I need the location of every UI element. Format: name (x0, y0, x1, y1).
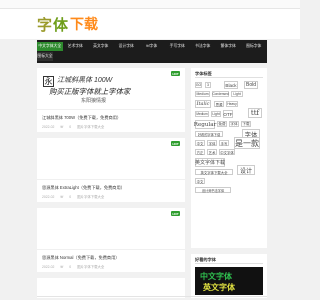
post-comments: 0 (69, 195, 72, 199)
tag[interactable]: Light (231, 91, 243, 97)
logo-char: 体 (53, 15, 69, 34)
nav-item-english-fonts[interactable]: 英文字体 (88, 42, 114, 51)
tag[interactable]: 方正 (195, 149, 205, 155)
nav-item-ttf-fonts[interactable]: ttf字体 (139, 42, 165, 51)
nav-item-chinese-fonts[interactable]: 中文字体大全 (37, 42, 63, 51)
tag[interactable]: 英文字体下载 (195, 158, 225, 167)
post-title[interactable]: 思源黑体 ExtraLight（免费下载，免费商用） (42, 185, 125, 191)
preview-text: 中文字体 (200, 272, 232, 281)
tag[interactable]: Condensed (212, 91, 229, 97)
logo-text: 下载 (70, 16, 99, 32)
post-title[interactable]: 思源黑体 Normal（免费下载，免费商用） (42, 255, 119, 261)
tag[interactable]: 思源 (214, 101, 224, 107)
post-category[interactable]: 图片字体下载大全 (77, 125, 104, 129)
post-comments: 0 (69, 265, 72, 269)
tag[interactable]: 中文 (195, 140, 205, 146)
font-sample-line: 江城斜黑体 100W (57, 77, 113, 84)
logo-char: 字 (37, 15, 53, 34)
nav-item-traditional-fonts[interactable]: 繁体字体 (216, 42, 242, 51)
nav-row-secondary: 图标大全 (37, 52, 267, 61)
tag[interactable]: Medium (195, 111, 209, 117)
post-card[interactable]: 永 江城斜黑体 100W 购买正版字体就上字体家 东阳狼情报 HOT 江城斜黑体… (37, 68, 185, 132)
post-card[interactable]: HOT 思源黑体 Normal（免费下载，免费商用） 2022-02 ttf 0 图片… (37, 208, 185, 272)
tag[interactable]: Black (224, 81, 238, 89)
post-thumbnail[interactable]: HOT (37, 208, 185, 250)
post-card[interactable]: HOT 思源黑体 ExtraLight（免费下载，免费商用） 2022-02 tt… (37, 138, 185, 202)
nav-item-art-fonts[interactable]: 艺术字体 (63, 42, 89, 51)
post-date: 2022-02 (42, 125, 55, 129)
tag[interactable]: OTF (223, 110, 233, 118)
tag[interactable]: Light (211, 111, 221, 117)
font-sample-line: 购买正版字体就上字体家 (49, 87, 131, 96)
post-meta: 2022-02 ttf 0 图片字体下载大全 (42, 124, 110, 129)
tag[interactable]: 免费 (217, 121, 227, 127)
nav-item-design-fonts[interactable]: 设计字体 (114, 42, 140, 51)
tag[interactable]: 设计 (237, 165, 255, 175)
preview-text: 英文字体 (203, 283, 235, 292)
font-preview-image[interactable]: 中文字体 英文字体 (195, 267, 263, 295)
post-date: 2022-02 (42, 195, 55, 199)
tag[interactable]: 3 (205, 82, 211, 88)
hot-badge: HOT (171, 141, 180, 146)
post-date: 2022-02 (42, 265, 55, 269)
tag[interactable]: 中文 (195, 178, 205, 184)
main-nav: 中文字体大全 艺术字体 英文字体 设计字体 ttf字体 手写字体 书法字体 繁体… (37, 40, 267, 63)
tag[interactable]: 设计师书法字体 (195, 187, 231, 193)
tag[interactable]: 艺术 (207, 149, 217, 155)
widget-divider (195, 263, 263, 264)
hot-badge: HOT (171, 211, 180, 216)
post-meta: 2022-02 ttf 0 图片字体下载大全 (42, 264, 110, 269)
font-sample-caption: 东阳狼情报 (81, 98, 107, 104)
post-format: ttf (60, 195, 64, 199)
widget-divider (195, 77, 263, 78)
tag[interactable]: 是一款 (234, 137, 260, 149)
tag[interactable]: 中文字体 (219, 149, 235, 155)
tag[interactable]: Italic (195, 100, 211, 108)
tag[interactable]: 字体 (207, 140, 217, 146)
post-category[interactable]: 图片字体下载大全 (77, 195, 104, 199)
tag[interactable]: Heavy (226, 101, 238, 107)
nav-item-calligraphy-fonts[interactable]: 书法字体 (190, 42, 216, 51)
tag[interactable]: Medium (195, 91, 210, 97)
site-logo[interactable]: 字 体 下载 (37, 13, 98, 35)
footer-divider (37, 296, 267, 297)
post-category[interactable]: 图片字体下载大全 (77, 265, 104, 269)
tag[interactable]: Regular (194, 120, 216, 129)
tag[interactable]: 英文字体下载大全 (195, 169, 233, 175)
post-comments: 0 (69, 125, 72, 129)
hot-badge: HOT (171, 71, 180, 76)
tag[interactable]: 手写 (219, 140, 229, 146)
nav-row-primary: 中文字体大全 艺术字体 英文字体 设计字体 ttf字体 手写字体 书法字体 繁体… (37, 42, 267, 51)
post-format: ttf (60, 125, 64, 129)
post-title[interactable]: 江城斜黑体 700W（免费下载，免费商用） (42, 115, 121, 121)
top-utility-bar: 中文字体下载ttf字体otf字体繁体字体书法字体英文字体设计字体艺术字体卡通字体 (0, 0, 300, 15)
tag[interactable]: 字体 (229, 121, 239, 127)
post-format: ttf (60, 265, 64, 269)
post-meta: 2022-02 ttf 0 图片字体下载大全 (42, 194, 110, 199)
tag[interactable]: Bold (244, 81, 258, 89)
tag[interactable]: GO (195, 82, 202, 88)
featured-fonts-widget: 好看的字体 中文字体 英文字体 (191, 254, 267, 298)
nav-item-handwriting-fonts[interactable]: 手写字体 (165, 42, 191, 51)
tag[interactable]: ttf (248, 108, 262, 118)
nav-item-icon-fonts[interactable]: 图标字体 (241, 42, 267, 51)
site-header: 字 体 下载 (0, 9, 300, 39)
tag[interactable]: 好看的字体下载 (195, 131, 223, 137)
post-thumbnail[interactable]: 永 江城斜黑体 100W 购买正版字体就上字体家 东阳狼情报 HOT (37, 68, 185, 110)
nav-item-icons[interactable]: 图标大全 (37, 52, 53, 61)
tag[interactable]: 下载 (241, 121, 251, 127)
post-thumbnail[interactable]: HOT (37, 138, 185, 180)
tag-cloud-widget: 字体标签 GO 3 Black Bold Medium Condensed Li… (191, 68, 267, 248)
post-card[interactable] (37, 278, 185, 298)
